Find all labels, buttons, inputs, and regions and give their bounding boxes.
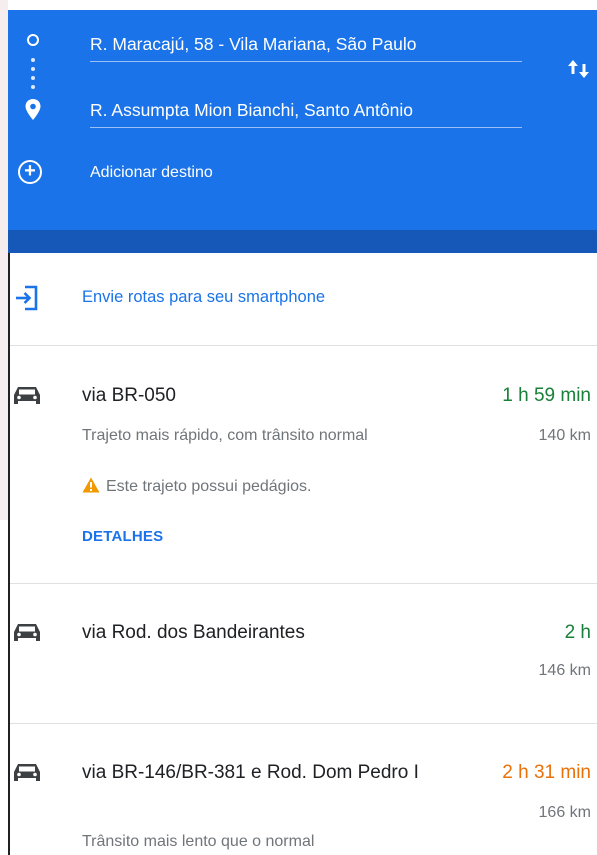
add-circle-icon: + <box>18 160 42 184</box>
send-to-phone-link[interactable]: Envie rotas para seu smartphone <box>82 288 325 307</box>
warning-icon <box>82 477 100 493</box>
add-destination-button[interactable]: + Adicionar destino <box>18 156 418 192</box>
route-name: via BR-050 <box>82 385 176 406</box>
car-icon <box>14 624 40 641</box>
send-to-phone-row[interactable]: Envie rotas para seu smartphone <box>8 262 597 346</box>
route-dot-icon <box>31 58 35 62</box>
panel-left-border <box>8 253 10 855</box>
route-description: Trânsito mais lento que o normal <box>82 833 315 850</box>
details-button[interactable]: DETALHES <box>82 528 163 545</box>
car-icon <box>14 764 40 781</box>
route-dot-icon <box>31 67 35 71</box>
add-destination-label: Adicionar destino <box>90 164 213 181</box>
route-name: via BR-146/BR-381 e Rod. Dom Pedro I <box>82 762 419 783</box>
route-distance: 166 km <box>538 804 591 821</box>
header-bottom-band <box>8 230 597 253</box>
toll-warning: Este trajeto possui pedágios. <box>82 477 311 496</box>
swap-vertical-icon[interactable] <box>564 54 594 84</box>
route-option-3[interactable]: via BR-146/BR-381 e Rod. Dom Pedro I 2 h… <box>8 724 597 855</box>
send-to-device-icon <box>16 285 38 311</box>
origin-input[interactable]: R. Maracajú, 58 - Vila Mariana, São Paul… <box>90 26 522 62</box>
car-icon <box>14 387 40 404</box>
destination-pin-icon <box>25 99 41 120</box>
route-option-1[interactable]: via BR-050 1 h 59 min 140 km Trajeto mai… <box>8 347 597 584</box>
toll-warning-text: Este trajeto possui pedágios. <box>106 478 312 495</box>
route-duration: 1 h 59 min <box>502 385 591 406</box>
route-distance: 140 km <box>538 427 591 444</box>
route-distance: 146 km <box>538 662 591 679</box>
backdrop-strip <box>0 0 8 855</box>
route-dot-icon <box>31 85 35 89</box>
origin-circle-icon <box>27 34 39 46</box>
route-duration: 2 h 31 min <box>502 762 591 783</box>
route-duration: 2 h <box>564 622 591 643</box>
directions-header: R. Maracajú, 58 - Vila Mariana, São Paul… <box>8 10 597 230</box>
destination-input[interactable]: R. Assumpta Mion Bianchi, Santo Antônio <box>90 92 522 128</box>
route-option-2[interactable]: via Rod. dos Bandeirantes 2 h 146 km <box>8 584 597 724</box>
route-description: Trajeto mais rápido, com trânsito normal <box>82 427 368 444</box>
route-name: via Rod. dos Bandeirantes <box>82 622 305 643</box>
route-waypoint-icons <box>23 28 45 128</box>
route-dot-icon <box>31 76 35 80</box>
